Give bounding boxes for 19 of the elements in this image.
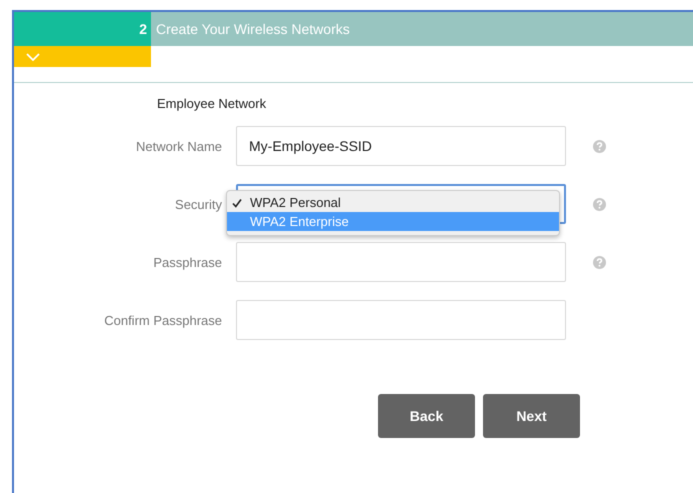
dropdown-option[interactable]: WPA2 Personal <box>227 193 559 212</box>
nav-button[interactable]: Back <box>378 394 475 438</box>
section-title: Employee Network <box>157 96 268 111</box>
password-field[interactable] <box>236 242 566 282</box>
help-icon[interactable] <box>593 256 606 268</box>
chevron-down-icon <box>26 52 40 60</box>
step-title-bar: Create Your Wireless Networks <box>151 12 693 46</box>
help-icon[interactable] <box>593 140 606 152</box>
checkmark-icon <box>232 198 242 208</box>
collapse-toggle[interactable] <box>14 46 151 67</box>
step-number: 2 <box>139 21 147 37</box>
help-icon[interactable] <box>593 198 606 210</box>
field-label: Confirm Passphrase <box>103 312 222 328</box>
field-label: Passphrase <box>152 254 222 270</box>
text-field[interactable]: My-Employee-SSID <box>236 126 566 166</box>
nav-button[interactable]: Next <box>483 394 580 438</box>
password-field[interactable] <box>236 300 566 340</box>
field-label: Security <box>174 196 222 212</box>
field-label: Network Name <box>135 138 222 154</box>
